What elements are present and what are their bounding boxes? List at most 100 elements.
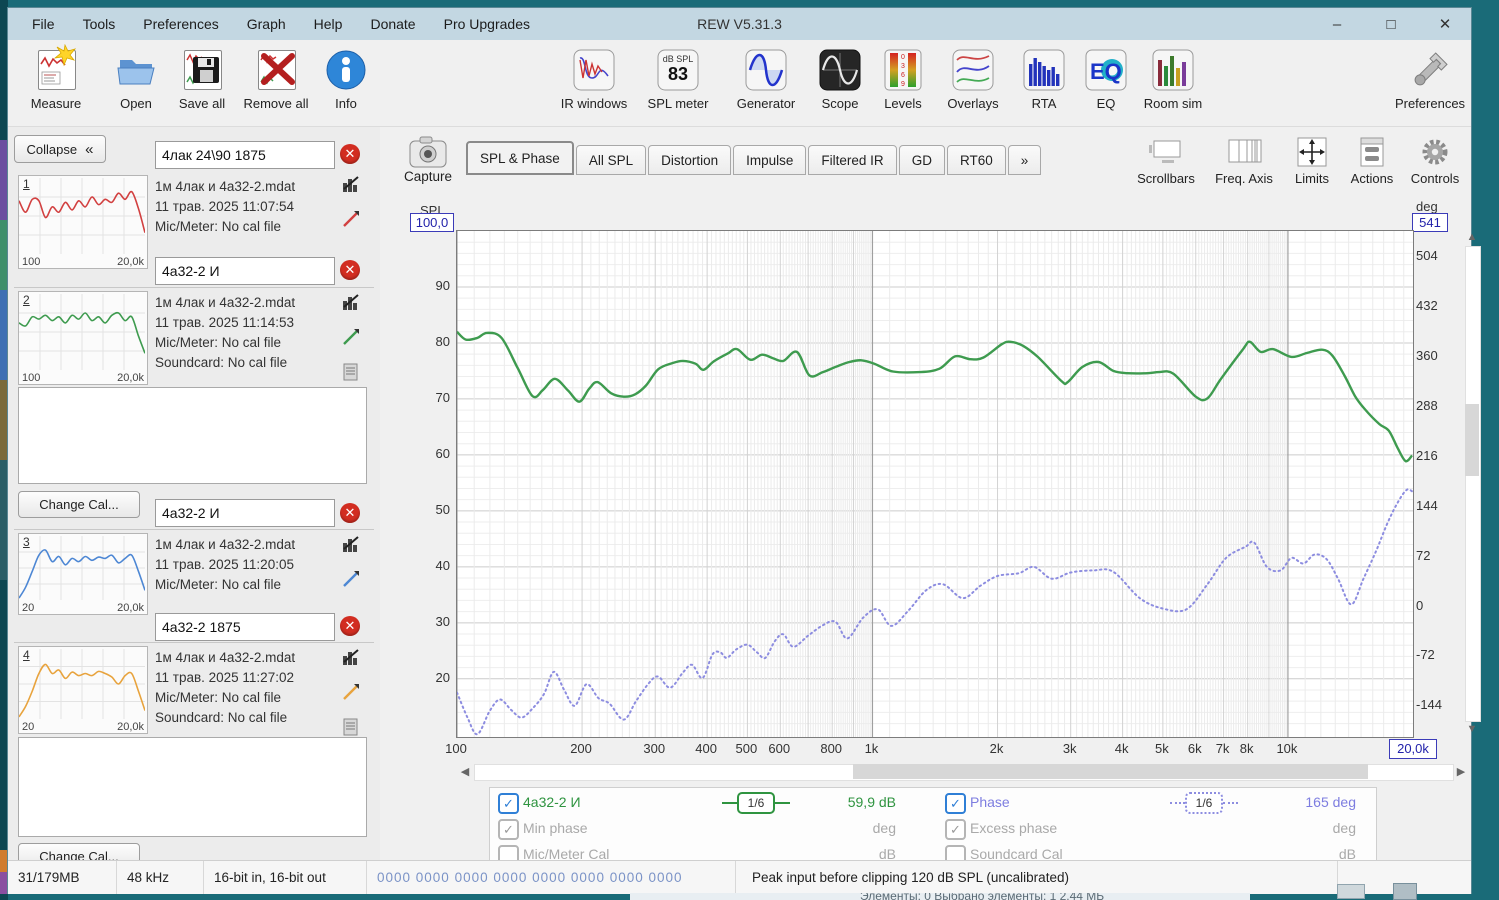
tab-filtered-ir[interactable]: Filtered IR xyxy=(808,145,897,175)
measurement-2-name-input[interactable] xyxy=(155,257,335,285)
freq-tick-100: 100 xyxy=(445,741,467,756)
h-scroll-left-arrow[interactable]: ◀ xyxy=(458,763,472,780)
measurement-3-actions-icon[interactable] xyxy=(342,535,360,553)
min-phase-checkbox[interactable]: ✓ xyxy=(498,819,519,840)
phase-smoothing-control[interactable]: 1/6 xyxy=(1170,792,1238,814)
spl-trace-name: 4a32-2 И xyxy=(523,794,581,810)
generator-icon xyxy=(744,48,788,92)
spl-axis-max-input[interactable]: 100,0 xyxy=(410,213,454,232)
menu-preferences[interactable]: Preferences xyxy=(129,16,232,32)
v-scroll-down-arrow[interactable]: ▼ xyxy=(1464,722,1480,736)
spl-tick-60: 60 xyxy=(435,445,450,461)
measurement-4-trace-color-icon[interactable] xyxy=(342,683,360,701)
measurement-1-actions-icon[interactable] xyxy=(342,175,360,193)
window-controls: – □ ✕ xyxy=(1327,8,1465,40)
tab-rt60[interactable]: RT60 xyxy=(946,145,1006,175)
svg-text:0: 0 xyxy=(901,54,905,61)
actions-button[interactable]: Actions xyxy=(1342,137,1402,186)
status-input-levels: 0000 0000 0000 0000 0000 0000 0000 0000 xyxy=(367,861,736,894)
limits-button[interactable]: Limits xyxy=(1284,137,1340,186)
measurement-1-trace-color-icon[interactable] xyxy=(342,210,360,228)
measurement-4-actions-icon[interactable] xyxy=(342,648,360,666)
menubar: File Tools Preferences Graph Help Donate Pro U… xyxy=(8,16,544,32)
menu-donate[interactable]: Donate xyxy=(356,16,429,32)
measurement-2-notes-field[interactable] xyxy=(18,387,367,484)
background-taskbar-icon xyxy=(1337,884,1365,899)
save-all-icon xyxy=(180,48,224,92)
deg-axis-max-input[interactable]: 541 xyxy=(1412,213,1448,232)
excess-phase-units: deg xyxy=(1332,820,1356,836)
v-scroll-thumb[interactable] xyxy=(1465,404,1479,476)
measurement-2-notes-icon[interactable] xyxy=(342,363,360,381)
controls-button[interactable]: Controls xyxy=(1404,137,1466,186)
info-icon xyxy=(324,48,368,92)
tab-all-spl[interactable]: All SPL xyxy=(575,145,647,175)
deg-tick-72: 72 xyxy=(1416,547,1431,563)
spl-meter-icon: dB SPL 83 xyxy=(656,48,700,92)
measurement-2-actions-icon[interactable] xyxy=(342,293,360,311)
phase-trace-checkbox[interactable]: ✓ xyxy=(945,793,966,814)
measurement-3-thumbnail[interactable]: 3 20 20,0k xyxy=(18,533,148,615)
measurement-4-delete-button[interactable]: ✕ xyxy=(340,616,360,636)
measurement-2-delete-button[interactable]: ✕ xyxy=(340,260,360,280)
h-scroll-thumb[interactable] xyxy=(853,764,1368,779)
plot-region[interactable] xyxy=(456,230,1414,738)
deg-tick-144: 144 xyxy=(1416,497,1438,513)
tab-distortion[interactable]: Distortion xyxy=(648,145,732,175)
chart-v-scrollbar[interactable]: ▲ ▼ xyxy=(1464,230,1481,736)
v-scroll-up-arrow[interactable]: ▲ xyxy=(1464,230,1480,244)
measurement-3-name-input[interactable] xyxy=(155,499,335,527)
spl-smoothing-control[interactable]: 1/6 xyxy=(722,792,790,814)
measurement-4-thumbnail[interactable]: 4 20 20,0k xyxy=(18,646,148,734)
spl-meter-button[interactable]: dB SPL 83 SPL meter xyxy=(636,46,720,122)
preferences-button[interactable]: Preferences xyxy=(1388,46,1472,122)
scrollbars-button[interactable]: Scrollbars xyxy=(1128,137,1204,186)
room-sim-button[interactable]: Room sim xyxy=(1131,46,1215,122)
open-folder-icon xyxy=(114,48,158,92)
save-all-button[interactable]: Save all xyxy=(160,46,244,122)
collapse-sidebar-button[interactable]: Collapse « xyxy=(14,135,106,163)
measure-button[interactable]: Measure xyxy=(14,44,98,122)
tab-impulse[interactable]: Impulse xyxy=(733,145,807,175)
svg-text:6: 6 xyxy=(901,72,905,79)
menu-graph[interactable]: Graph xyxy=(233,16,300,32)
menu-pro-upgrades[interactable]: Pro Upgrades xyxy=(430,16,544,32)
tab-spl-phase[interactable]: SPL & Phase xyxy=(466,141,574,175)
freq-axis-button[interactable]: Freq. Axis xyxy=(1208,137,1280,186)
capture-button[interactable]: Capture xyxy=(398,135,458,184)
tab-item[interactable]: » xyxy=(1007,145,1042,175)
measurement-4-notes-field[interactable] xyxy=(18,737,367,837)
background-taskbar-icon xyxy=(1393,883,1417,900)
rew-window: File Tools Preferences Graph Help Donate Pro U… xyxy=(8,8,1481,894)
menu-help[interactable]: Help xyxy=(300,16,357,32)
excess-phase-checkbox[interactable]: ✓ xyxy=(945,819,966,840)
measurement-4-notes-icon[interactable] xyxy=(342,718,360,736)
measurement-3-delete-button[interactable]: ✕ xyxy=(340,503,360,523)
measurement-1-thumbnail[interactable]: 1 100 20,0k xyxy=(18,175,148,269)
svg-text:9: 9 xyxy=(901,81,905,88)
tab-gd[interactable]: GD xyxy=(898,145,945,175)
measurement-1-delete-button[interactable]: ✕ xyxy=(340,144,360,164)
status-peak-input: Peak input before clipping 120 dB SPL (u… xyxy=(742,861,1338,894)
measurement-2-trace-color-icon[interactable] xyxy=(342,328,360,346)
generator-button[interactable]: Generator xyxy=(724,46,808,122)
freq-tick-8k: 8k xyxy=(1239,741,1254,756)
spl-trace-checkbox[interactable]: ✓ xyxy=(498,793,519,814)
measurement-3-trace-color-icon[interactable] xyxy=(342,570,360,588)
h-scroll-right-arrow[interactable]: ▶ xyxy=(1454,763,1468,780)
close-button[interactable]: ✕ xyxy=(1435,15,1455,33)
minimize-button[interactable]: – xyxy=(1327,16,1347,33)
menu-file[interactable]: File xyxy=(18,16,69,32)
ir-windows-button[interactable]: IR windows xyxy=(552,46,636,122)
measurement-2-change-cal-button[interactable]: Change Cal... xyxy=(18,491,140,518)
measurement-2-thumbnail[interactable]: 2 100 20,0k xyxy=(18,291,148,385)
maximize-button[interactable]: □ xyxy=(1381,16,1401,33)
status-sample-rate: 48 kHz xyxy=(117,861,204,894)
freq-axis-max-input[interactable]: 20,0k xyxy=(1389,739,1437,759)
info-button[interactable]: Info xyxy=(304,46,388,122)
menu-tools[interactable]: Tools xyxy=(69,16,130,32)
measurement-4-name-input[interactable] xyxy=(155,613,335,641)
chart-h-scrollbar[interactable]: ◀ ▶ xyxy=(458,763,1468,781)
measurement-1-name-input[interactable] xyxy=(155,141,335,169)
min-phase-units: deg xyxy=(872,820,896,836)
